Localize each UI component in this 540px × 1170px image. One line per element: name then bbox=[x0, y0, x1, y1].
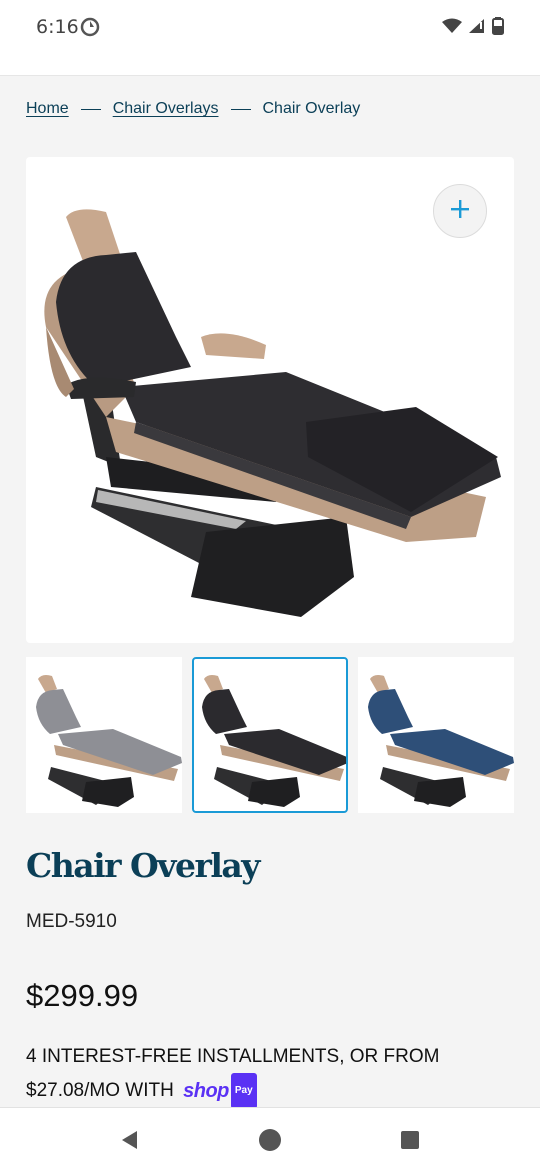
breadcrumb-separator bbox=[230, 108, 251, 110]
thumbnail-strip bbox=[26, 657, 514, 813]
sync-icon bbox=[80, 17, 100, 37]
product-sku: MED-5910 bbox=[26, 911, 117, 932]
product-price: $299.99 bbox=[26, 978, 139, 1013]
wifi-icon bbox=[442, 18, 462, 39]
breadcrumb: Home Chair Overlays Chair Overlay bbox=[26, 100, 360, 118]
thumbnail-blue[interactable] bbox=[358, 657, 514, 813]
installments-amount: $27.08/mo with bbox=[26, 1080, 174, 1102]
installments-text: 4 interest-free installments, or from bbox=[26, 1046, 440, 1067]
site-header bbox=[0, 56, 540, 76]
home-circle-icon[interactable] bbox=[258, 1128, 282, 1152]
shop-pay-logo[interactable]: shop Pay bbox=[183, 1073, 257, 1109]
thumbnail-image bbox=[368, 675, 514, 807]
thumbnail-black[interactable] bbox=[192, 657, 348, 813]
breadcrumb-category-link[interactable]: Chair Overlays bbox=[113, 100, 219, 118]
breadcrumb-home-link[interactable]: Home bbox=[26, 100, 69, 118]
thumbnail-image bbox=[202, 675, 348, 807]
main-product-image[interactable] bbox=[26, 157, 514, 643]
shop-pay-wordmark: shop bbox=[183, 1080, 229, 1102]
breadcrumb-separator bbox=[80, 108, 101, 110]
system-nav-bar bbox=[0, 1107, 540, 1170]
recents-square-icon[interactable] bbox=[398, 1128, 422, 1152]
product-title: Chair Overlay bbox=[26, 846, 260, 885]
signal-icon bbox=[468, 18, 486, 39]
thumbnail-gray[interactable] bbox=[26, 657, 182, 813]
status-icons bbox=[442, 17, 504, 40]
plus-icon bbox=[450, 199, 470, 224]
status-time: 6:16 bbox=[36, 16, 79, 38]
back-triangle-icon[interactable] bbox=[118, 1128, 142, 1152]
breadcrumb-current: Chair Overlay bbox=[262, 100, 361, 117]
installments-message: 4 interest-free installments, or from $2… bbox=[26, 1041, 506, 1109]
status-bar: 6:16 bbox=[0, 0, 540, 56]
shop-pay-badge: Pay bbox=[230, 1073, 257, 1109]
zoom-button[interactable] bbox=[433, 184, 487, 238]
thumbnail-image bbox=[36, 675, 182, 807]
battery-icon bbox=[492, 17, 504, 40]
